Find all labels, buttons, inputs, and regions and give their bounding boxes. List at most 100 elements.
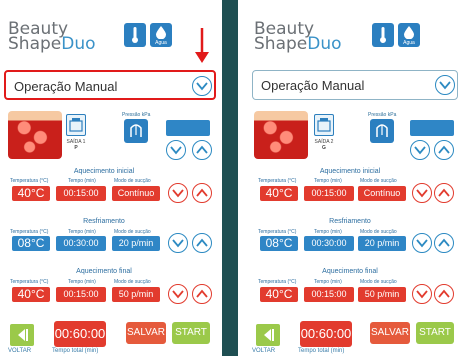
suction-mode-value[interactable]: 20 p/min: [112, 236, 160, 251]
temperature-value[interactable]: 40°C: [12, 287, 50, 302]
output-label: SAÍDA 1 P: [63, 139, 89, 151]
temperature-value[interactable]: 08°C: [260, 236, 298, 251]
tissue-image: [254, 111, 308, 159]
section-up-button[interactable]: [192, 183, 212, 203]
save-button[interactable]: SALVAR: [126, 322, 166, 344]
temperature-label: Temperatura (°C): [258, 178, 297, 184]
pointer-arrow-icon: [195, 28, 209, 63]
logo-line2: ShapeDuo: [254, 34, 342, 54]
water-drop-icon[interactable]: Agua: [398, 23, 420, 47]
suction-mode-label: Modo de sucção: [360, 279, 397, 285]
section-down-button[interactable]: [412, 183, 432, 203]
section-down-button[interactable]: [412, 233, 432, 253]
temperature-label: Temperatura (°C): [10, 178, 49, 184]
section-down-button[interactable]: [168, 183, 188, 203]
temperature-value[interactable]: 40°C: [260, 186, 298, 201]
output-size: P: [74, 145, 78, 151]
section-title-cooling: Resfriamento: [329, 218, 371, 225]
start-button[interactable]: START: [172, 322, 210, 344]
section-up-button[interactable]: [192, 284, 212, 304]
section-down-button[interactable]: [168, 284, 188, 304]
save-button[interactable]: SALVAR: [370, 322, 410, 344]
total-time-value: 00:60:00: [300, 321, 352, 347]
output-device-icon[interactable]: [66, 114, 86, 136]
time-label: Tempo (min): [68, 279, 96, 285]
temperature-value[interactable]: 40°C: [260, 287, 298, 302]
logo-shape: Shape: [8, 34, 62, 54]
thermometer-icon[interactable]: [124, 23, 146, 47]
mode-dropdown[interactable]: Operação Manual: [252, 70, 458, 100]
logo-shape: Shape: [254, 34, 308, 54]
section-up-button[interactable]: [434, 284, 454, 304]
time-label: Tempo (min): [314, 229, 342, 235]
back-button[interactable]: [10, 324, 34, 346]
total-time-label: Tempo total (min): [52, 348, 99, 354]
water-drop-icon[interactable]: Agua: [150, 23, 172, 47]
suction-mode-label: Modo de sucção: [360, 229, 397, 235]
output-device-icon[interactable]: [314, 114, 334, 136]
pressure-label: Pressão kPa: [122, 112, 151, 118]
mode-dropdown-value: Operação Manual: [14, 79, 118, 94]
suction-mode-label: Modo de sucção: [360, 178, 397, 184]
section-up-button[interactable]: [434, 183, 454, 203]
water-label: Agua: [403, 40, 415, 46]
temperature-value[interactable]: 08°C: [12, 236, 50, 251]
pressure-icon: [124, 119, 148, 143]
section-title-final-heating: Aquecimento final: [76, 268, 132, 275]
suction-mode-value[interactable]: 50 p/min: [112, 287, 160, 302]
suction-mode-value[interactable]: 50 p/min: [358, 287, 406, 302]
section-title-initial-heating: Aquecimento inicial: [73, 168, 135, 175]
logo-duo: Duo: [307, 34, 342, 54]
pressure-icon: [370, 119, 394, 143]
start-button[interactable]: START: [416, 322, 454, 344]
chevron-down-icon[interactable]: [435, 75, 455, 95]
mode-dropdown[interactable]: Operação Manual: [4, 70, 216, 100]
suction-mode-value[interactable]: 20 p/min: [358, 236, 406, 251]
water-label: Agua: [155, 40, 167, 46]
temperature-label: Temperatura (°C): [10, 229, 49, 235]
back-button[interactable]: [256, 324, 280, 346]
pressure-down-button[interactable]: [410, 140, 430, 160]
temperature-value[interactable]: 40°C: [12, 186, 50, 201]
panel-divider: [222, 0, 238, 356]
section-down-button[interactable]: [412, 284, 432, 304]
suction-mode-label: Modo de sucção: [114, 279, 151, 285]
suction-mode-value[interactable]: Contínuo: [112, 186, 160, 201]
time-label: Tempo (min): [68, 229, 96, 235]
suction-mode-value[interactable]: Contínuo: [358, 186, 406, 201]
logo-line2: ShapeDuo: [8, 34, 96, 54]
pressure-display: [166, 120, 210, 136]
pressure-label: Pressão kPa: [368, 112, 397, 118]
time-value[interactable]: 00:30:00: [56, 236, 106, 251]
section-title-final-heating: Aquecimento final: [322, 268, 378, 275]
total-time-value: 00:60:00: [54, 321, 106, 347]
time-value[interactable]: 00:15:00: [56, 287, 106, 302]
chevron-down-icon[interactable]: [192, 76, 212, 96]
time-value[interactable]: 00:15:00: [304, 186, 354, 201]
time-value[interactable]: 00:30:00: [304, 236, 354, 251]
time-value[interactable]: 00:15:00: [56, 186, 106, 201]
thermometer-icon[interactable]: [372, 23, 394, 47]
total-time-label: Tempo total (min): [298, 348, 345, 354]
temperature-label: Temperatura (°C): [10, 279, 49, 285]
suction-mode-label: Modo de sucção: [114, 229, 151, 235]
logo-duo: Duo: [61, 34, 96, 54]
section-title-initial-heating: Aquecimento inicial: [319, 168, 381, 175]
time-value[interactable]: 00:15:00: [304, 287, 354, 302]
section-title-cooling: Resfriamento: [83, 218, 125, 225]
suction-mode-label: Modo de sucção: [114, 178, 151, 184]
mode-dropdown-value: Operação Manual: [261, 78, 365, 93]
output-size: G: [322, 145, 326, 151]
time-label: Tempo (min): [314, 178, 342, 184]
temperature-label: Temperatura (°C): [258, 229, 297, 235]
section-up-button[interactable]: [434, 233, 454, 253]
temperature-label: Temperatura (°C): [258, 279, 297, 285]
pressure-down-button[interactable]: [166, 140, 186, 160]
back-label: VOLTAR: [252, 348, 276, 354]
section-down-button[interactable]: [168, 233, 188, 253]
pressure-up-button[interactable]: [434, 140, 454, 160]
section-up-button[interactable]: [192, 233, 212, 253]
time-label: Tempo (min): [314, 279, 342, 285]
pressure-up-button[interactable]: [192, 140, 212, 160]
time-label: Tempo (min): [68, 178, 96, 184]
